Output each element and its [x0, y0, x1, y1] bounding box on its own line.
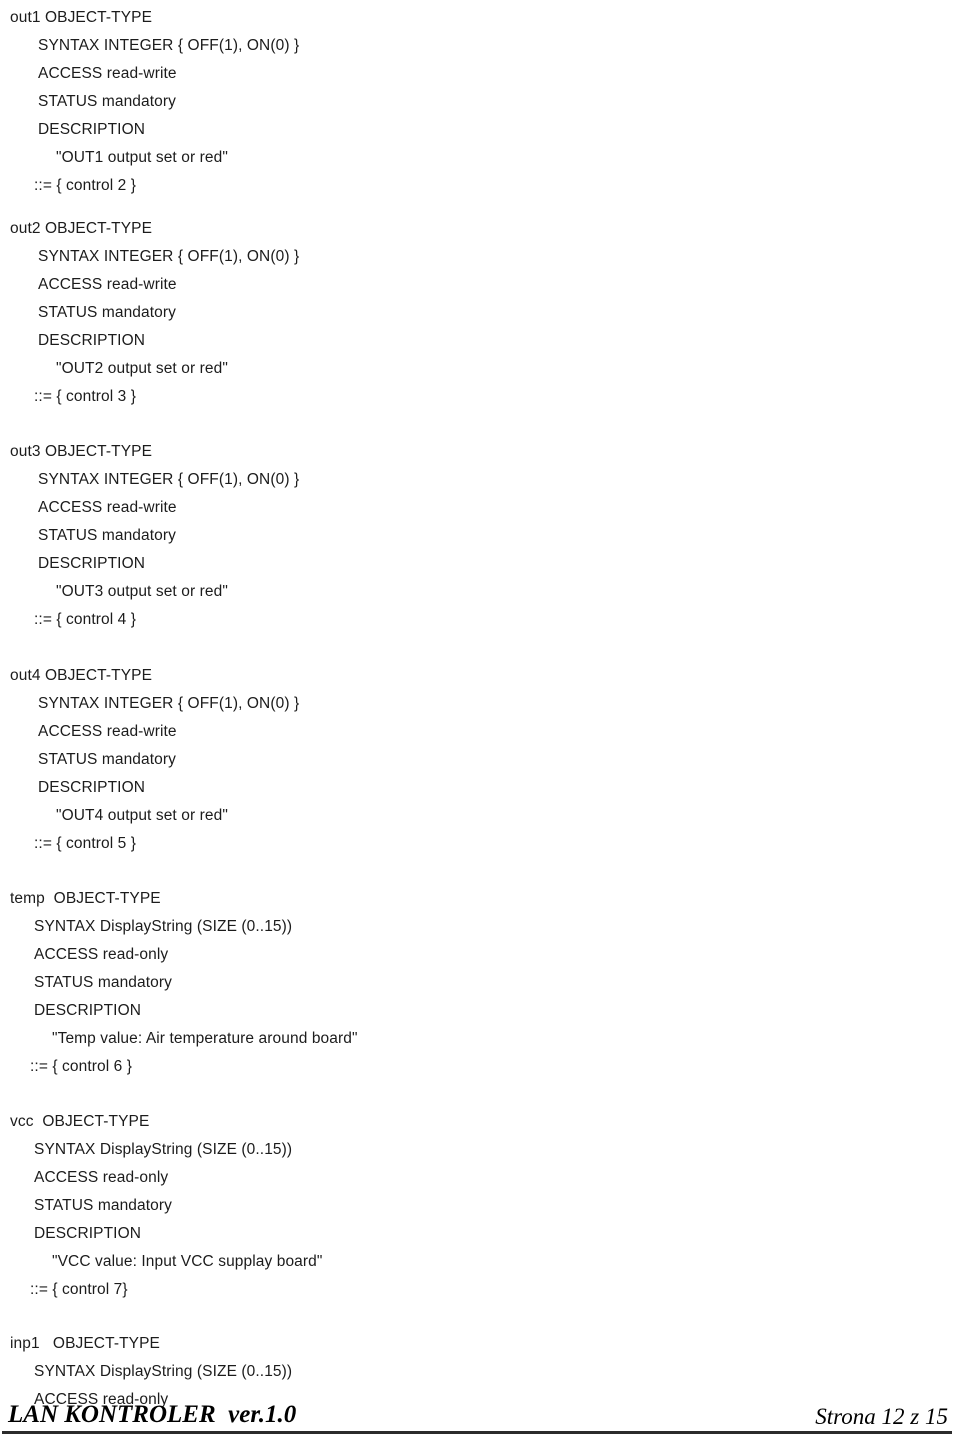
footer-page-number: Strona 12 z 15: [815, 1404, 948, 1429]
object-type-header: out4 OBJECT-TYPE: [10, 667, 153, 684]
object-type-header: out3 OBJECT-TYPE: [10, 443, 153, 460]
object-type-line: ACCESS read-write: [38, 276, 177, 293]
object-type-block-temp: temp OBJECT-TYPE SYNTAX DisplayString (SI…: [0, 885, 960, 1081]
object-type-line: STATUS mandatory: [38, 751, 176, 768]
object-type-header: vcc OBJECT-TYPE: [10, 1113, 150, 1130]
object-type-line: ACCESS read-write: [38, 723, 177, 740]
object-type-line: SYNTAX INTEGER { OFF(1), ON(0) }: [38, 37, 300, 54]
object-type-line: "Temp value: Air temperature around boar…: [52, 1030, 358, 1047]
object-type-header: temp OBJECT-TYPE: [10, 890, 161, 907]
object-type-line: SYNTAX DisplayString (SIZE (0..15)): [34, 1141, 293, 1158]
object-type-line: ::= { control 7}: [30, 1281, 128, 1298]
object-type-line: ACCESS read-write: [38, 65, 177, 82]
object-type-line: ::= { control 2 }: [34, 177, 137, 194]
object-type-line: STATUS mandatory: [34, 974, 172, 991]
object-type-header: inp1 OBJECT-TYPE: [10, 1335, 160, 1352]
object-type-line: ::= { control 4 }: [34, 611, 137, 628]
object-type-block-out3: out3 OBJECT-TYPE SYNTAX INTEGER { OFF(1),…: [0, 438, 960, 634]
object-type-line: DESCRIPTION: [38, 555, 146, 572]
object-type-line: ACCESS read-only: [34, 946, 169, 963]
object-type-line: SYNTAX INTEGER { OFF(1), ON(0) }: [38, 248, 300, 265]
object-type-line: "OUT4 output set or red": [56, 807, 228, 824]
object-type-line: ::= { control 5 }: [34, 835, 137, 852]
object-type-line: SYNTAX INTEGER { OFF(1), ON(0) }: [38, 471, 300, 488]
object-type-line: ::= { control 3 }: [34, 388, 137, 405]
object-type-line: ACCESS read-only: [34, 1169, 169, 1186]
object-type-header: out1 OBJECT-TYPE: [10, 9, 153, 26]
object-type-line: DESCRIPTION: [38, 121, 146, 138]
object-type-line: SYNTAX DisplayString (SIZE (0..15)): [34, 1363, 293, 1380]
object-type-line: DESCRIPTION: [34, 1002, 142, 1019]
page-footer: LAN KONTROLER ver.1.0 Strona 12 z 15: [0, 1400, 960, 1444]
object-type-line: DESCRIPTION: [38, 779, 146, 796]
footer-document-title: LAN KONTROLER ver.1.0: [8, 1401, 297, 1428]
document-page: out1 OBJECT-TYPE SYNTAX INTEGER { OFF(1),…: [0, 0, 960, 1444]
object-type-block-out2: out2 OBJECT-TYPE SYNTAX INTEGER { OFF(1),…: [0, 215, 960, 411]
object-type-line: "OUT2 output set or red": [56, 360, 228, 377]
object-type-line: ::= { control 6 }: [30, 1058, 133, 1075]
object-type-block-out1: out1 OBJECT-TYPE SYNTAX INTEGER { OFF(1),…: [0, 4, 960, 200]
object-type-line: DESCRIPTION: [34, 1225, 142, 1242]
object-type-line: STATUS mandatory: [38, 304, 176, 321]
object-type-line: STATUS mandatory: [38, 93, 176, 110]
footer-divider: [2, 1431, 952, 1434]
object-type-line: SYNTAX DisplayString (SIZE (0..15)): [34, 918, 293, 935]
object-type-block-vcc: vcc OBJECT-TYPE SYNTAX DisplayString (SIZ…: [0, 1108, 960, 1304]
footer-row: LAN KONTROLER ver.1.0 Strona 12 z 15: [0, 1400, 960, 1434]
object-type-line: SYNTAX INTEGER { OFF(1), ON(0) }: [38, 695, 300, 712]
object-type-line: "OUT3 output set or red": [56, 583, 228, 600]
object-type-line: "OUT1 output set or red": [56, 149, 228, 166]
object-type-block-out4: out4 OBJECT-TYPE SYNTAX INTEGER { OFF(1),…: [0, 662, 960, 858]
object-type-line: "VCC value: Input VCC supplay board": [52, 1253, 323, 1270]
object-type-line: DESCRIPTION: [38, 332, 146, 349]
object-type-line: STATUS mandatory: [34, 1197, 172, 1214]
object-type-line: ACCESS read-write: [38, 499, 177, 516]
object-type-line: STATUS mandatory: [38, 527, 176, 544]
object-type-header: out2 OBJECT-TYPE: [10, 220, 153, 237]
